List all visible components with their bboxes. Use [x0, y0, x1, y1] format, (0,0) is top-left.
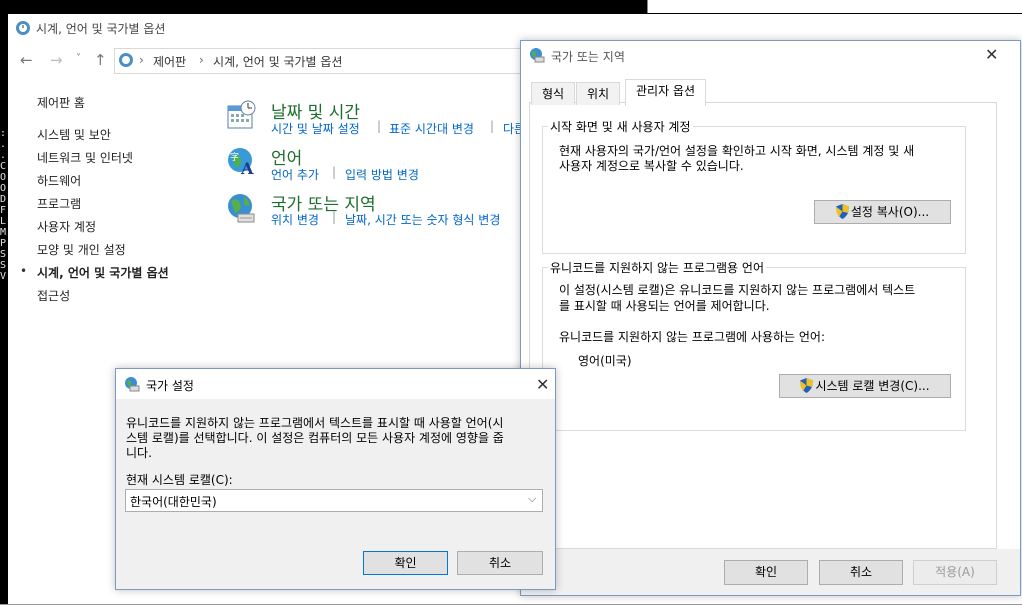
window-title: 시계, 언어 및 국가별 옵션 — [36, 22, 166, 36]
link-add-language[interactable]: 언어 추가 — [271, 166, 319, 183]
sidebar-item-appearance[interactable]: 모양 및 개인 설정 — [37, 241, 126, 258]
up-button[interactable]: ↑ — [94, 51, 107, 69]
tab-formats[interactable]: 형식 — [531, 82, 576, 105]
locale-ok-button[interactable]: 확인 — [363, 551, 448, 575]
breadcrumb-current[interactable]: 시계, 언어 및 국가별 옵션 — [213, 53, 342, 70]
console-char: : — [0, 128, 7, 139]
console-char: S — [0, 260, 7, 271]
link-separator: | — [377, 119, 382, 133]
region-cancel-button[interactable]: 취소 — [819, 560, 903, 585]
console-char: . — [0, 139, 7, 150]
globe-icon — [124, 376, 140, 395]
link-change-formats[interactable]: 날짜, 시간 또는 숫자 형식 변경 — [345, 211, 500, 228]
address-icon — [118, 52, 134, 71]
sidebar-item-system-security[interactable]: 시스템 및 보안 — [37, 126, 111, 143]
change-system-locale-button[interactable]: 시스템 로캘 변경(C)... — [779, 374, 951, 398]
app-icon — [15, 20, 31, 39]
copy-settings-label: 설정 복사(O)... — [850, 205, 930, 219]
tab-location[interactable]: 위치 — [576, 82, 621, 105]
tab-administrative[interactable]: 관리자 옵션 — [625, 79, 707, 106]
address-bar[interactable]: › 제어판 › 시계, 언어 및 국가별 옵션 — [114, 48, 536, 74]
console-char: F — [0, 205, 7, 216]
link-change-location[interactable]: 위치 변경 — [271, 211, 319, 228]
svg-text:字: 字 — [230, 151, 239, 163]
uac-shield-icon — [835, 204, 849, 219]
sidebar-item-accessibility[interactable]: 접근성 — [37, 287, 70, 304]
sidebar-item-user-accounts[interactable]: 사용자 계정 — [37, 218, 96, 235]
current-language-value: 영어(미국) — [578, 354, 632, 368]
sidebar-item-home[interactable]: 제어판 홈 — [37, 94, 85, 111]
link-separator: | — [332, 165, 337, 179]
non-unicode-group-label: 유니코드를 지원하지 않는 프로그램용 언어 — [548, 259, 766, 276]
region-dialog-title: 국가 또는 지역 — [551, 50, 625, 64]
uac-shield-icon — [800, 378, 814, 393]
globe-icon — [529, 47, 545, 66]
link-separator: | — [490, 119, 495, 133]
sidebar-item-network[interactable]: 네트워크 및 인터넷 — [37, 149, 133, 166]
sidebar-item-programs[interactable]: 프로그램 — [37, 195, 81, 212]
non-unicode-text-line2: 를 표시할 때 사용되는 언어를 제어합니다. — [559, 299, 770, 313]
close-icon[interactable]: ✕ — [985, 45, 998, 64]
console-char: V — [0, 271, 7, 282]
back-button[interactable]: ← — [20, 51, 33, 69]
console-char: P — [0, 238, 7, 249]
link-set-time-date[interactable]: 시간 및 날짜 설정 — [271, 120, 360, 137]
link-separator: | — [332, 210, 337, 224]
forward-button[interactable]: → — [50, 51, 63, 69]
breadcrumb-separator: › — [199, 53, 204, 67]
copy-settings-button[interactable]: 설정 복사(O)... — [814, 200, 951, 224]
non-unicode-text-line1: 이 설정(시스템 로캘)은 유니코드를 지원하지 않는 프로그램에서 텍스트 — [559, 283, 916, 297]
svg-text:A: A — [240, 159, 254, 178]
breadcrumb-control-panel[interactable]: 제어판 — [153, 53, 186, 70]
sidebar-item-hardware[interactable]: 하드웨어 — [37, 172, 81, 189]
console-char: . — [0, 150, 7, 161]
locale-dialog-title: 국가 설정 — [146, 379, 194, 393]
locale-cancel-button[interactable]: 취소 — [457, 551, 543, 575]
link-change-timezone[interactable]: 표준 시간대 변경 — [389, 120, 474, 137]
welcome-screen-group-label: 시작 화면 및 새 사용자 계정 — [548, 118, 693, 135]
taskbar-edge — [0, 604, 1022, 615]
console-char: M — [0, 227, 7, 238]
welcome-screen-text-line2: 사용자 계정으로 복사할 수 있습니다. — [559, 159, 744, 173]
close-icon[interactable]: ✕ — [536, 375, 549, 394]
sidebar-item-clock-language[interactable]: 시계, 언어 및 국가별 옵션 — [37, 264, 169, 281]
console-char: O — [0, 172, 7, 183]
locale-description-line3: 니다. — [126, 446, 152, 460]
console-char: L — [0, 216, 7, 227]
console-char: O — [0, 183, 7, 194]
locale-description-line2: 스템 로캘)를 선택합니다. 이 설정은 컴퓨터의 모든 사용자 계정에 영향을… — [126, 431, 504, 445]
language-icon: A字 — [226, 146, 258, 181]
system-locale-value: 한국어(대한민국) — [130, 495, 217, 509]
current-locale-label: 현재 시스템 로캘(C): — [126, 473, 233, 487]
recent-dropdown-button[interactable]: ˅ — [76, 53, 81, 64]
system-locale-select[interactable]: 한국어(대한민국) ⌵ — [125, 489, 543, 512]
calendar-icon — [226, 100, 256, 133]
globe-icon — [226, 192, 258, 227]
locale-dialog: 국가 설정 ✕ 유니코드를 지원하지 않는 프로그램에서 텍스트를 표시할 때 … — [115, 368, 556, 590]
region-ok-button[interactable]: 확인 — [724, 560, 808, 585]
background-console-text: : . . C O O D F L M P S S V — [0, 128, 8, 282]
current-language-label: 유니코드를 지원하지 않는 프로그램에 사용하는 언어: — [559, 330, 825, 344]
chevron-down-icon: ⌵ — [528, 492, 537, 505]
breadcrumb-separator: › — [139, 53, 144, 67]
console-char: D — [0, 194, 7, 205]
background-window-edge — [647, 0, 1022, 13]
region-dialog: 국가 또는 지역 ✕ 형식 위치 관리자 옵션 시작 화면 및 새 사용자 계정… — [520, 40, 1021, 596]
console-char: S — [0, 249, 7, 260]
change-system-locale-label: 시스템 로캘 변경(C)... — [815, 379, 930, 393]
console-char: C — [0, 161, 7, 172]
current-item-bullet: • — [20, 264, 28, 278]
link-change-input-method[interactable]: 입력 방법 변경 — [345, 166, 419, 183]
region-apply-button[interactable]: 적용(A) — [913, 560, 997, 585]
